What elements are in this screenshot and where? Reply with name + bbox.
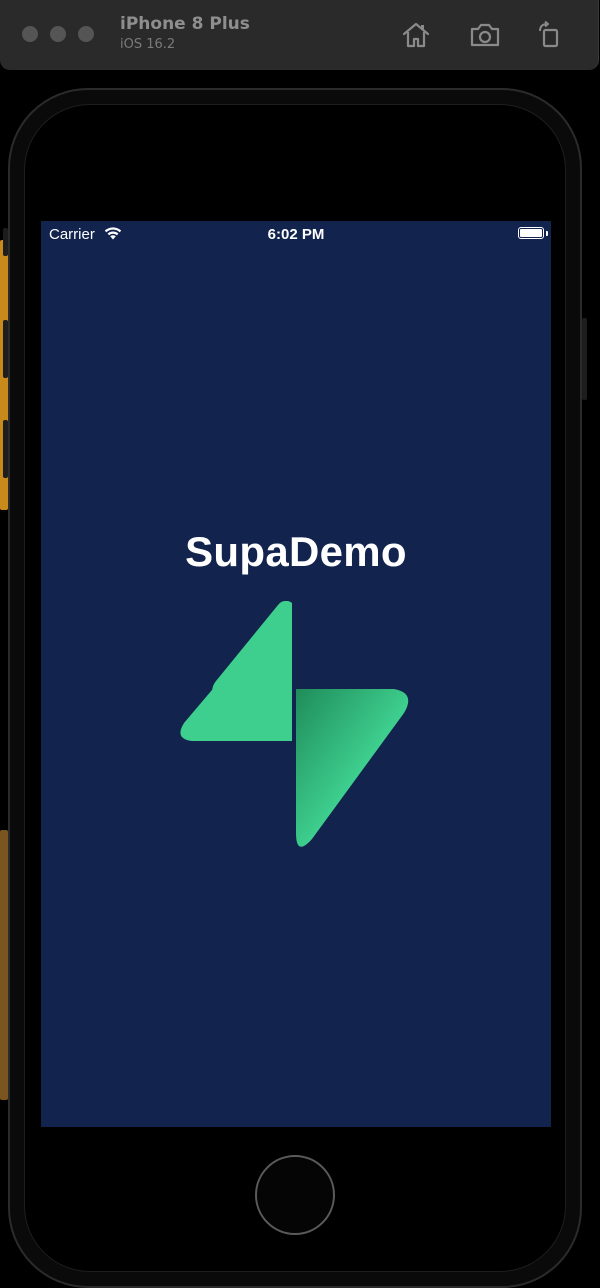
window-close-button[interactable] — [22, 26, 38, 42]
app-screen: Carrier 6:02 PM SupaDemo — [41, 221, 551, 1127]
home-button[interactable] — [255, 1155, 335, 1235]
status-bar: Carrier 6:02 PM — [41, 221, 551, 247]
simulator-os-version: iOS 16.2 — [120, 37, 176, 52]
screenshot-toolbar-button[interactable] — [468, 18, 502, 52]
window-zoom-button[interactable] — [78, 26, 94, 42]
camera-icon — [470, 23, 500, 47]
battery-tip — [546, 231, 548, 236]
battery-icon — [518, 227, 544, 239]
simulator-toolbar: iPhone 8 Plus iOS 16.2 — [0, 0, 599, 70]
rotate-icon — [539, 21, 559, 48]
power-button — [582, 318, 587, 400]
simulator-device-name: iPhone 8 Plus — [120, 14, 250, 34]
home-icon — [402, 22, 430, 48]
status-time: 6:02 PM — [267, 226, 325, 243]
mute-switch — [3, 228, 8, 256]
supabase-bolt-icon — [180, 601, 409, 847]
rotate-toolbar-button[interactable] — [532, 18, 566, 52]
volume-up-button — [3, 320, 8, 378]
volume-down-button — [3, 420, 8, 478]
window-minimize-button[interactable] — [50, 26, 66, 42]
desktop-wallpaper-strip-lower — [0, 830, 8, 1100]
app-title: SupaDemo — [185, 528, 407, 575]
home-toolbar-button[interactable] — [399, 18, 433, 52]
